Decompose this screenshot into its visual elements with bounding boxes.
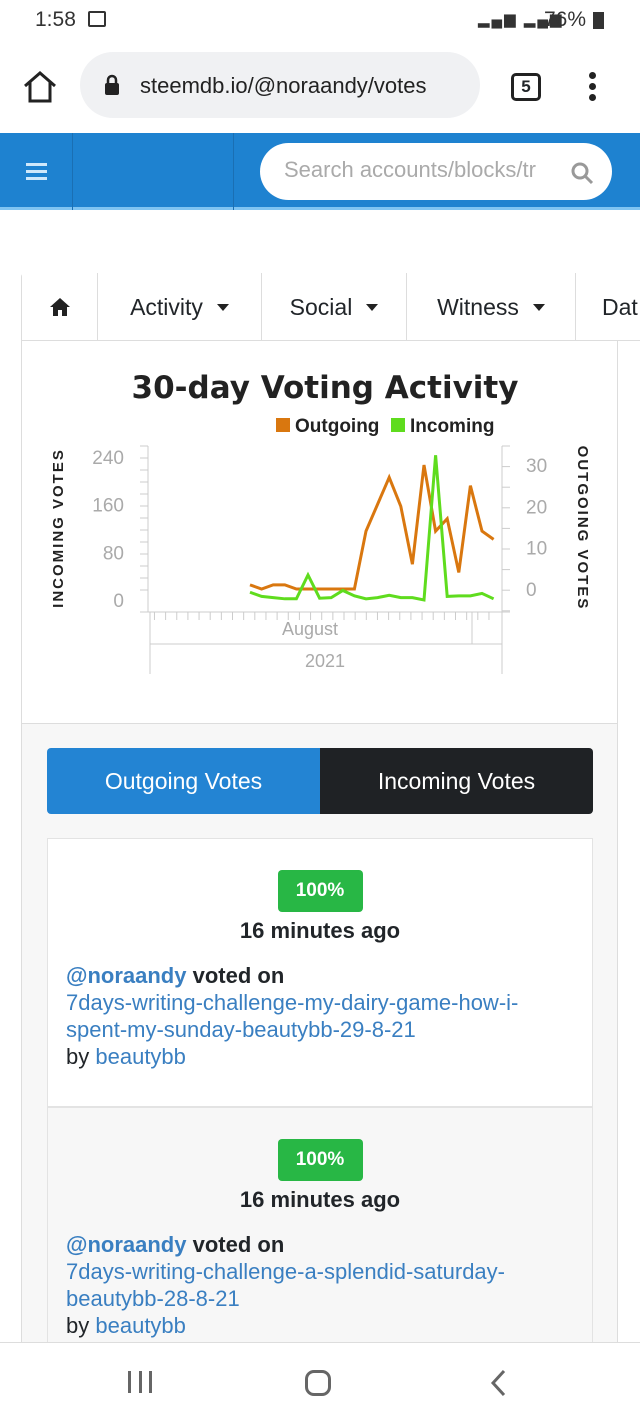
tab-data[interactable]: Dat bbox=[576, 273, 640, 340]
series-line-outgoing bbox=[249, 464, 495, 591]
right-tick-label: 30 bbox=[526, 456, 547, 477]
vote-direction-toggle: Outgoing Votes Incoming Votes bbox=[47, 748, 593, 814]
right-tick-label: 20 bbox=[526, 497, 547, 518]
address-bar[interactable]: steemdb.io/@noraandy/votes bbox=[80, 52, 480, 118]
tab-label: Activity bbox=[130, 293, 203, 320]
battery-level: 76% bbox=[544, 8, 587, 31]
image-icon bbox=[88, 11, 106, 27]
url-text: steemdb.io/@noraandy/votes bbox=[140, 73, 427, 98]
tab-label: Social bbox=[289, 293, 353, 320]
left-axis-label: INCOMING VOTES bbox=[50, 448, 67, 608]
account-tabs: Activity Social Witness Dat bbox=[22, 273, 640, 341]
lock-icon bbox=[105, 74, 119, 95]
vote-item: 100% 16 minutes ago @noraandy voted on 7… bbox=[47, 838, 593, 1107]
right-tick-label: 0 bbox=[526, 580, 537, 601]
tab-activity[interactable]: Activity bbox=[98, 273, 262, 340]
post-link[interactable]: 7days-writing-challenge-my-dairy-game-ho… bbox=[66, 989, 574, 1043]
tab-social[interactable]: Social bbox=[262, 273, 407, 340]
vote-weight-badge: 100% bbox=[277, 870, 363, 912]
search-input[interactable]: Search accounts/blocks/tr bbox=[260, 143, 612, 200]
clock: 1:58 bbox=[35, 8, 76, 31]
tab-label: Dat bbox=[602, 293, 638, 320]
voter-link[interactable]: @noraandy bbox=[66, 1232, 186, 1257]
outgoing-votes-button[interactable]: Outgoing Votes bbox=[47, 748, 320, 814]
author-link[interactable]: beautybb bbox=[95, 1044, 186, 1069]
search-icon[interactable] bbox=[570, 161, 594, 185]
left-tick-label: 80 bbox=[103, 543, 124, 564]
x-month-label: August bbox=[282, 619, 338, 639]
vote-time: 16 minutes ago bbox=[239, 1187, 401, 1212]
right-axis-label: OUTGOING VOTES bbox=[574, 446, 591, 611]
voter-link[interactable]: @noraandy bbox=[66, 963, 186, 988]
vote-time: 16 minutes ago bbox=[239, 918, 401, 943]
tab-home[interactable] bbox=[22, 273, 98, 340]
home-icon bbox=[49, 298, 70, 316]
incoming-votes-button[interactable]: Incoming Votes bbox=[320, 748, 593, 814]
series-line-incoming bbox=[249, 455, 495, 602]
legend-swatch bbox=[391, 418, 405, 432]
home-button-icon[interactable] bbox=[305, 1370, 331, 1396]
legend-label: Incoming bbox=[410, 416, 494, 437]
vote-verb: voted on bbox=[192, 963, 285, 988]
chart-title: 30-day Voting Activity bbox=[132, 370, 519, 406]
x-year-label: 2021 bbox=[305, 651, 345, 671]
hamburger-icon[interactable] bbox=[26, 163, 47, 180]
caret-down-icon bbox=[366, 303, 379, 311]
menu-icon[interactable] bbox=[584, 72, 600, 104]
vote-verb: voted on bbox=[192, 1232, 285, 1257]
home-icon[interactable] bbox=[22, 70, 58, 104]
legend-label: Outgoing bbox=[295, 416, 379, 437]
by-label: by bbox=[66, 1313, 90, 1338]
status-bar: 1:58 ▂▄▆ ▂▄▆ 76% bbox=[0, 0, 640, 40]
vote-weight-badge: 100% bbox=[277, 1139, 363, 1181]
caret-down-icon bbox=[532, 303, 545, 311]
vote-item: 100% 16 minutes ago @noraandy voted on 7… bbox=[47, 1107, 593, 1376]
back-icon[interactable] bbox=[488, 1369, 508, 1397]
tab-witness[interactable]: Witness bbox=[407, 273, 576, 340]
left-tick-label: 160 bbox=[92, 496, 124, 517]
tab-switcher-button[interactable]: 5 bbox=[511, 73, 541, 101]
author-link[interactable]: beautybb bbox=[95, 1313, 186, 1338]
battery-icon bbox=[593, 12, 604, 29]
caret-down-icon bbox=[216, 303, 229, 311]
post-link[interactable]: 7days-writing-challenge-a-splendid-satur… bbox=[66, 1258, 574, 1312]
by-label: by bbox=[66, 1044, 90, 1069]
left-tick-label: 0 bbox=[113, 591, 124, 612]
legend-swatch bbox=[276, 418, 290, 432]
tab-label: Witness bbox=[437, 293, 519, 320]
right-tick-label: 10 bbox=[526, 539, 547, 560]
left-tick-label: 240 bbox=[92, 448, 124, 469]
recent-apps-icon[interactable] bbox=[128, 1371, 152, 1393]
search-placeholder: Search accounts/blocks/tr bbox=[284, 157, 536, 182]
voting-activity-chart: 30-day Voting Activity Outgoing Incoming IN… bbox=[50, 370, 591, 674]
android-nav-bar bbox=[0, 1342, 640, 1422]
